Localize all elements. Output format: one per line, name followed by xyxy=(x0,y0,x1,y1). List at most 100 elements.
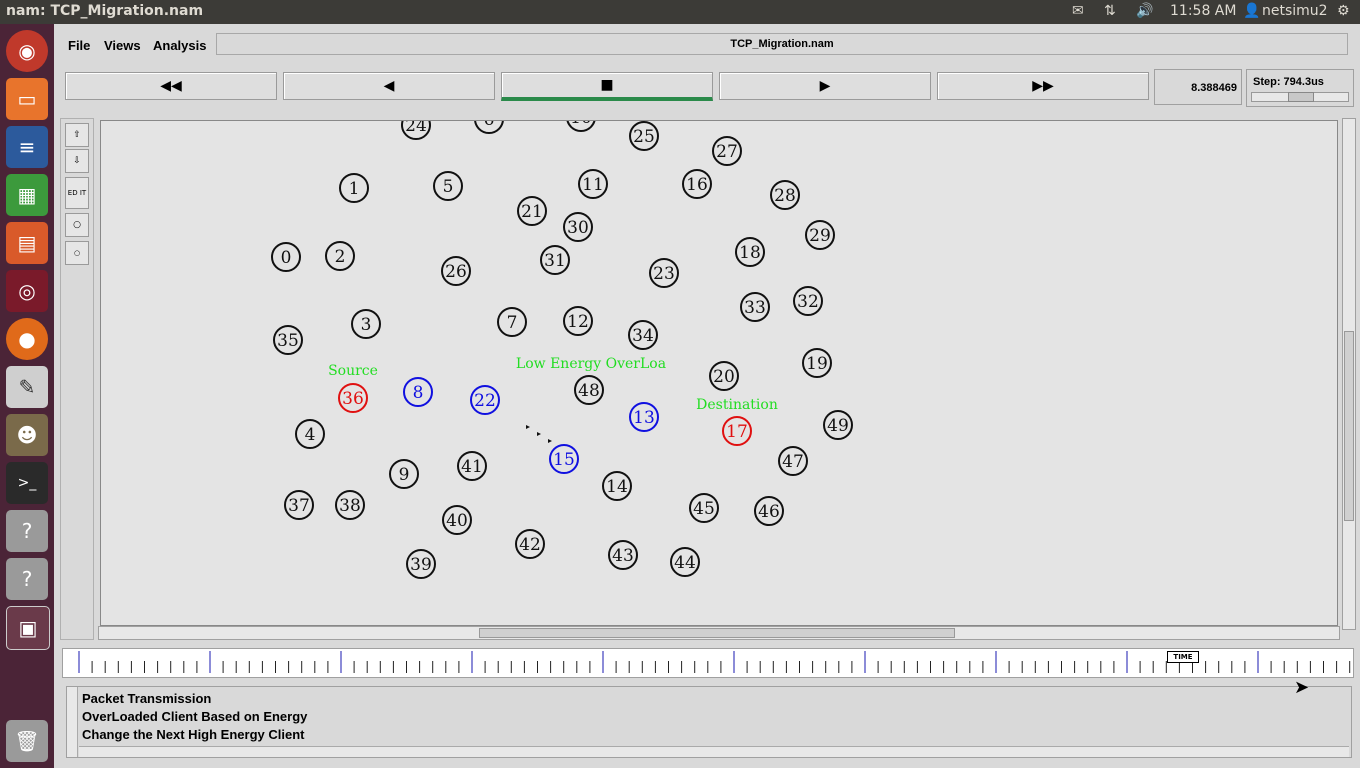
node-15[interactable]: 15 xyxy=(549,444,579,474)
rewind-button[interactable]: ◀◀ xyxy=(65,72,277,100)
node-47[interactable]: 47 xyxy=(778,446,808,476)
menu-file[interactable]: File xyxy=(68,38,90,53)
network-icon[interactable]: ⇅ xyxy=(1104,3,1116,19)
node-33[interactable]: 33 xyxy=(740,292,770,322)
network-canvas[interactable]: 2461025271511162821302902263123183332371… xyxy=(100,120,1338,626)
text-editor-icon[interactable]: ✎ xyxy=(6,366,48,408)
node-30[interactable]: 30 xyxy=(563,212,593,242)
annotation-line[interactable]: Packet Transmission xyxy=(82,691,211,706)
node-11[interactable]: 11 xyxy=(578,169,608,199)
node-40[interactable]: 40 xyxy=(442,505,472,535)
workspace-switcher-icon[interactable]: ▣ xyxy=(6,606,50,650)
app-icon[interactable]: ◎ xyxy=(6,270,48,312)
menu-analysis[interactable]: Analysis xyxy=(153,38,206,53)
horizontal-scroll-thumb[interactable] xyxy=(479,628,955,638)
annotation-line[interactable]: OverLoaded Client Based on Energy xyxy=(82,709,307,724)
node-38[interactable]: 38 xyxy=(335,490,365,520)
node-23[interactable]: 23 xyxy=(649,258,679,288)
node-25[interactable]: 25 xyxy=(629,121,659,151)
trash-icon[interactable]: 🗑 xyxy=(6,720,48,762)
node-22[interactable]: 22 xyxy=(470,385,500,415)
node-24[interactable]: 24 xyxy=(401,121,431,140)
calc-icon[interactable]: ▦ xyxy=(6,174,48,216)
unknown-app-icon[interactable]: ? xyxy=(6,558,48,600)
node-9[interactable]: 9 xyxy=(389,459,419,489)
node-26[interactable]: 26 xyxy=(441,256,471,286)
node-12[interactable]: 12 xyxy=(563,306,593,336)
unknown-app-icon[interactable]: ? xyxy=(6,510,48,552)
zoom-in-button[interactable]: ⇧ xyxy=(65,123,89,147)
node-42[interactable]: 42 xyxy=(515,529,545,559)
node-13[interactable]: 13 xyxy=(629,402,659,432)
step-slider[interactable] xyxy=(1251,92,1349,102)
node-6[interactable]: 6 xyxy=(474,121,504,134)
node-31[interactable]: 31 xyxy=(540,245,570,275)
node-45[interactable]: 45 xyxy=(689,493,719,523)
node-label: 4 xyxy=(305,425,316,445)
node-7[interactable]: 7 xyxy=(497,307,527,337)
node-17[interactable]: 17 xyxy=(722,416,752,446)
node-49[interactable]: 49 xyxy=(823,410,853,440)
menu-views[interactable]: Views xyxy=(104,38,141,53)
mail-icon[interactable]: ✉ xyxy=(1072,3,1084,19)
node-32[interactable]: 32 xyxy=(793,286,823,316)
volume-icon[interactable]: 🔊 xyxy=(1136,3,1153,19)
node-39[interactable]: 39 xyxy=(406,549,436,579)
node-2[interactable]: 2 xyxy=(325,241,355,271)
node-16[interactable]: 16 xyxy=(682,169,712,199)
node-48[interactable]: 48 xyxy=(574,375,604,405)
node-27[interactable]: 27 xyxy=(712,136,742,166)
node-20[interactable]: 20 xyxy=(709,361,739,391)
impress-icon[interactable]: ▤ xyxy=(6,222,48,264)
node-41[interactable]: 41 xyxy=(457,451,487,481)
writer-icon[interactable]: ≡ xyxy=(6,126,48,168)
user-name[interactable]: netsimu2 xyxy=(1262,3,1328,19)
node-10[interactable]: 10 xyxy=(566,121,596,132)
annotation-line[interactable]: Change the Next High Energy Client xyxy=(82,727,304,742)
node-0[interactable]: 0 xyxy=(271,242,301,272)
node-29[interactable]: 29 xyxy=(805,220,835,250)
clock[interactable]: 11:58 AM xyxy=(1170,3,1236,19)
node-3[interactable]: 3 xyxy=(351,309,381,339)
node-8[interactable]: 8 xyxy=(403,377,433,407)
node-label: 17 xyxy=(726,422,748,442)
terminal-icon[interactable]: >_ xyxy=(6,462,48,504)
timeline-marker[interactable]: TIME xyxy=(1167,651,1199,663)
node-14[interactable]: 14 xyxy=(602,471,632,501)
back-button[interactable]: ◀ xyxy=(283,72,495,100)
node-1[interactable]: 1 xyxy=(339,173,369,203)
node-18[interactable]: 18 xyxy=(735,237,765,267)
firefox-icon[interactable]: ● xyxy=(6,318,48,360)
node-28[interactable]: 28 xyxy=(770,180,800,210)
node-19[interactable]: 19 xyxy=(802,348,832,378)
fast-forward-button[interactable]: ▶▶ xyxy=(937,72,1149,100)
files-icon[interactable]: ▭ xyxy=(6,78,48,120)
vertical-scroll-thumb[interactable] xyxy=(1344,331,1354,521)
small-node-tool-icon[interactable]: ○ xyxy=(65,241,89,265)
ubuntu-dash-icon[interactable]: ◉ xyxy=(6,30,48,72)
node-5[interactable]: 5 xyxy=(433,171,463,201)
play-button[interactable]: ▶ xyxy=(719,72,931,100)
annotation-horizontal-scrollbar[interactable] xyxy=(79,746,1349,757)
stop-button[interactable]: ■ xyxy=(501,72,713,101)
node-21[interactable]: 21 xyxy=(517,196,547,226)
node-tool-circle-icon[interactable]: ○ xyxy=(65,213,89,237)
node-4[interactable]: 4 xyxy=(295,419,325,449)
zoom-out-button[interactable]: ⇩ xyxy=(65,149,89,173)
node-46[interactable]: 46 xyxy=(754,496,784,526)
gear-icon[interactable]: ⚙ xyxy=(1337,3,1350,19)
node-37[interactable]: 37 xyxy=(284,490,314,520)
step-slider-thumb[interactable] xyxy=(1288,92,1314,102)
vertical-scrollbar[interactable] xyxy=(1342,118,1356,630)
node-43[interactable]: 43 xyxy=(608,540,638,570)
gimp-icon[interactable]: ☻ xyxy=(6,414,48,456)
node-label: 3 xyxy=(361,315,372,335)
node-35[interactable]: 35 xyxy=(273,325,303,355)
annotation-vertical-scrollbar[interactable] xyxy=(67,687,78,757)
timeline-slider[interactable]: TIME xyxy=(62,648,1354,678)
node-44[interactable]: 44 xyxy=(670,547,700,577)
horizontal-scrollbar[interactable] xyxy=(98,626,1340,640)
edit-button[interactable]: ED IT xyxy=(65,177,89,209)
node-36[interactable]: 36 xyxy=(338,383,368,413)
node-34[interactable]: 34 xyxy=(628,320,658,350)
